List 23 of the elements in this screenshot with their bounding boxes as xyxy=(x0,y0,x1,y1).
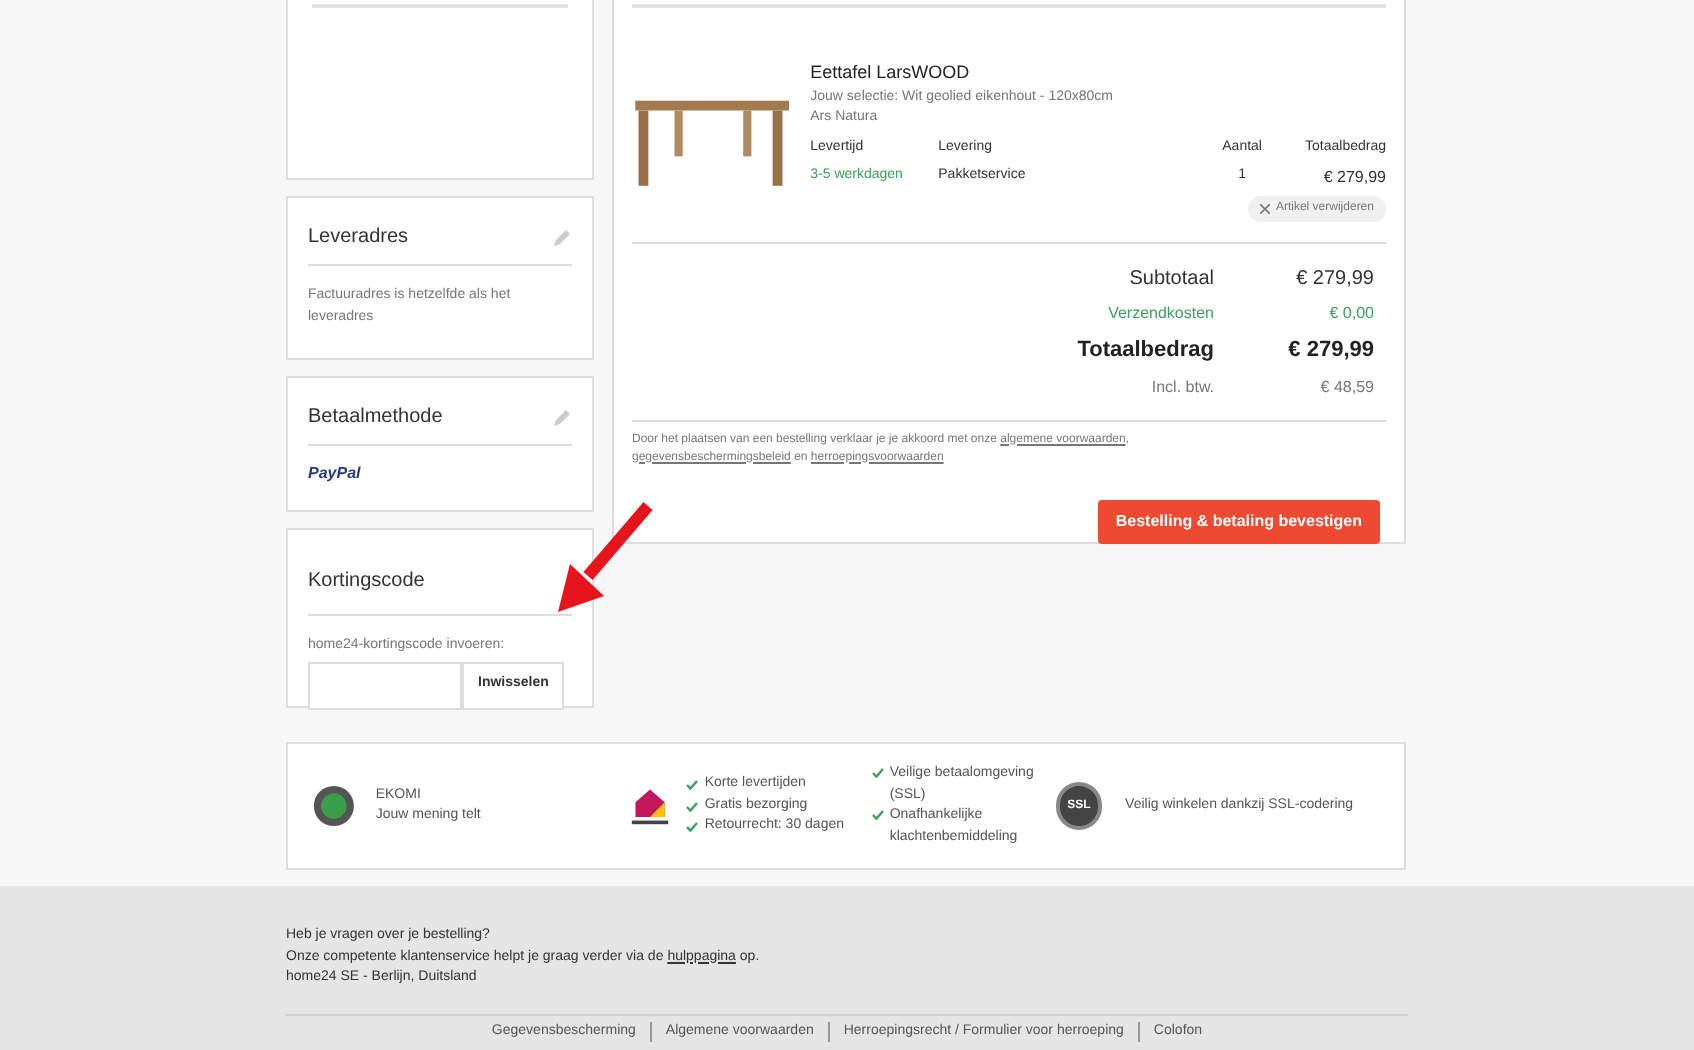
ekomi-seal-icon xyxy=(312,782,356,830)
product-name[interactable]: Eettafel LarsWOOD xyxy=(810,60,1386,87)
summary-value: € 279,99 xyxy=(1294,266,1374,294)
check-icon xyxy=(871,768,884,778)
coupon-field[interactable] xyxy=(308,661,462,709)
summary-label: Subtotaal xyxy=(1127,266,1214,294)
confirm-button[interactable]: Bestelling & betaling bevestigen xyxy=(1097,499,1380,543)
summary-value: € 0,00 xyxy=(1327,302,1374,326)
summary-value: € 48,59 xyxy=(1318,375,1374,399)
card-title: Kortingscode xyxy=(308,570,425,592)
pencil-icon[interactable] xyxy=(552,227,572,247)
pencil-icon[interactable] xyxy=(552,407,572,427)
column-value: € 279,99 xyxy=(1321,166,1386,190)
card-title: Betaalmethode xyxy=(308,404,443,432)
summary-label: Incl. btw. xyxy=(1149,375,1214,399)
paypal-logo: PayPal xyxy=(308,462,363,486)
summary-value: € 279,99 xyxy=(1286,336,1374,366)
check-icon xyxy=(871,810,884,820)
card-title: Leveradres xyxy=(308,224,409,252)
close-icon xyxy=(1259,204,1270,214)
summary-label: Totaalbedrag xyxy=(1075,336,1214,366)
summary-label: Verzendkosten xyxy=(1106,302,1214,326)
pointer-arrow xyxy=(554,498,654,618)
